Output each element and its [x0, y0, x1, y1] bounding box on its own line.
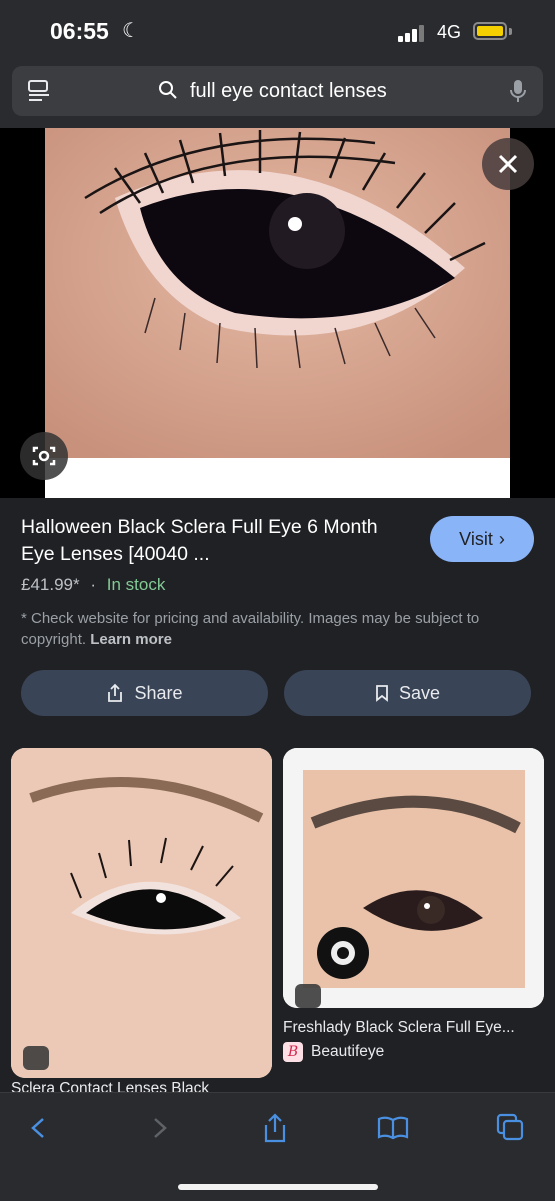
visit-label: Visit [459, 528, 493, 549]
visit-button[interactable]: Visit › [430, 516, 534, 562]
share-label: Share [134, 682, 183, 703]
hero-image-area [0, 128, 555, 498]
search-bar[interactable]: full eye contact lenses [12, 66, 543, 116]
share-icon [108, 683, 123, 702]
price-line: £41.99* · In stock [21, 575, 165, 595]
battery-cap [509, 28, 512, 35]
network-type: 4G [437, 22, 462, 42]
disclaimer: * Check website for pricing and availabi… [21, 608, 536, 650]
product-image[interactable] [45, 128, 510, 498]
address-bar-area: full eye contact lenses [0, 62, 555, 128]
price-separator: · [90, 575, 97, 594]
result-card-2[interactable] [283, 748, 544, 1008]
result-source-2[interactable]: B Beautifeye [283, 1042, 384, 1062]
product-price: £41.99* [21, 575, 80, 594]
close-button[interactable] [482, 138, 534, 190]
reader-mode-icon[interactable] [26, 78, 52, 104]
back-icon[interactable] [22, 1111, 56, 1145]
result-card-1[interactable] [11, 748, 272, 1078]
moon-icon: ☾ [122, 20, 140, 42]
result-image-1 [11, 748, 272, 1078]
search-query[interactable]: full eye contact lenses [190, 80, 387, 103]
signal-icon [398, 24, 428, 42]
result-title-2[interactable]: Freshlady Black Sclera Full Eye... [283, 1019, 544, 1037]
bookmark-icon [376, 685, 388, 702]
save-label: Save [398, 682, 441, 703]
stock-status: In stock [106, 575, 166, 594]
close-icon [498, 154, 518, 174]
forward-icon[interactable] [142, 1111, 176, 1145]
tabs-icon[interactable] [494, 1111, 528, 1145]
status-time: 06:55 [50, 18, 109, 44]
share-icon[interactable] [258, 1111, 292, 1145]
tag-icon [295, 984, 321, 1008]
home-indicator[interactable] [178, 1184, 378, 1190]
result-image-2 [283, 748, 544, 1008]
save-button[interactable]: Save [284, 670, 531, 716]
chevron-right-icon: › [498, 528, 505, 549]
source-name: Beautifeye [311, 1043, 385, 1060]
status-bar: 06:55 ☾ 4G [0, 0, 555, 62]
tag-icon [23, 1046, 49, 1070]
product-title[interactable]: Halloween Black Sclera Full Eye 6 Month … [21, 514, 411, 568]
microphone-icon[interactable] [508, 78, 528, 104]
share-button[interactable]: Share [21, 670, 268, 716]
learn-more-link[interactable]: Learn more [90, 631, 172, 648]
google-lens-button[interactable] [20, 432, 68, 480]
bookmarks-icon[interactable] [376, 1111, 410, 1145]
lens-icon [32, 446, 56, 466]
search-icon [159, 81, 177, 99]
source-logo-icon: B [283, 1042, 303, 1062]
battery-icon [473, 22, 507, 40]
